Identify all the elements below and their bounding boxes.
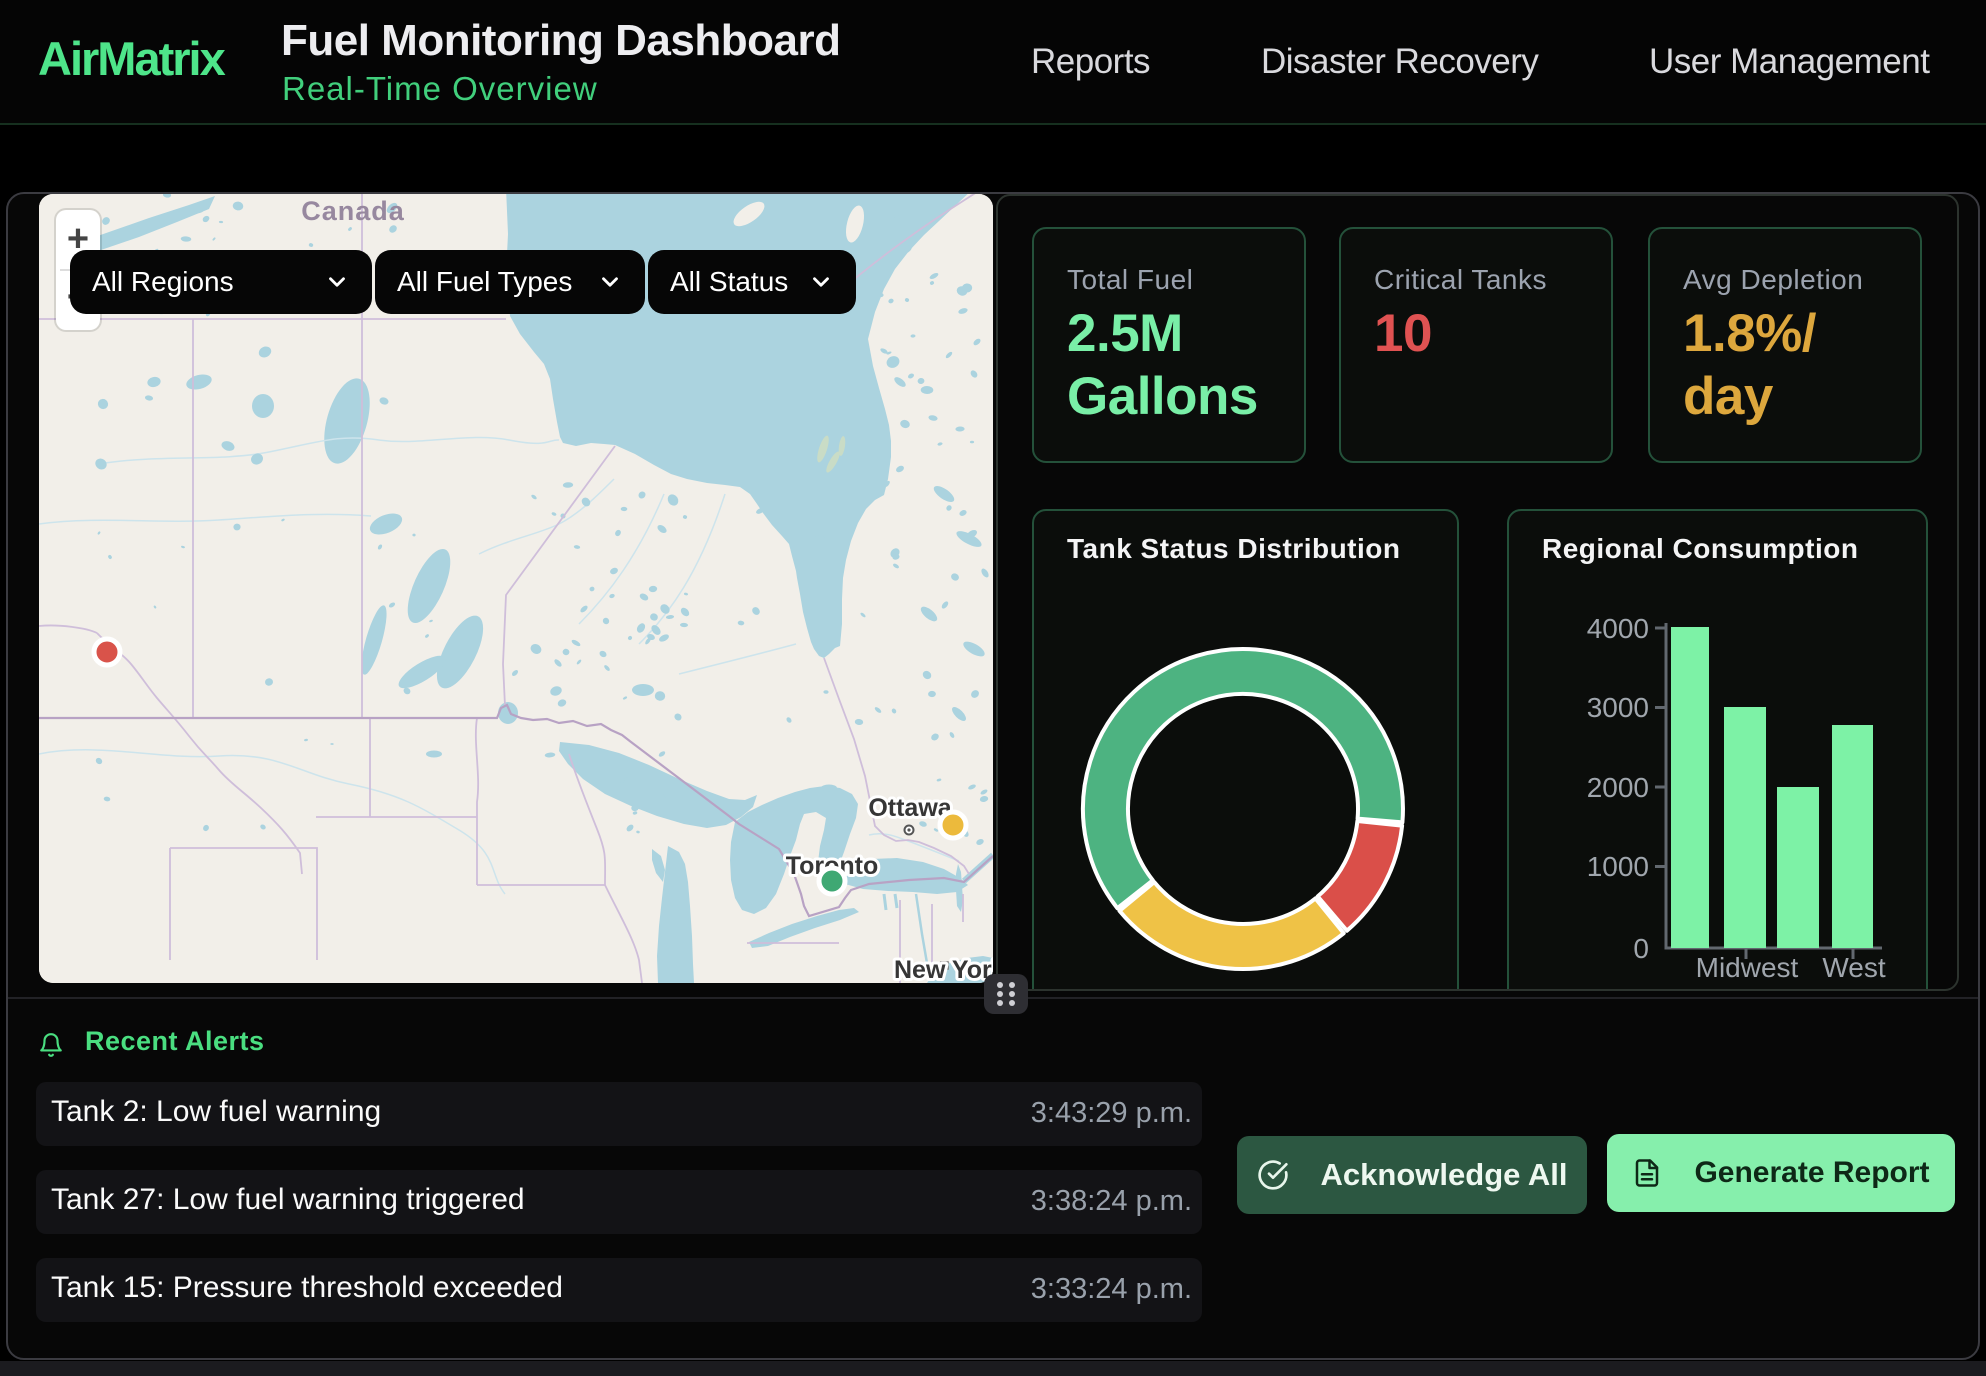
svg-text:1000: 1000 xyxy=(1587,851,1649,882)
svg-text:New York: New York xyxy=(894,956,993,983)
svg-text:West: West xyxy=(1822,952,1885,983)
svg-text:Canada: Canada xyxy=(301,196,405,226)
svg-text:Midwest: Midwest xyxy=(1696,952,1799,983)
svg-text:3000: 3000 xyxy=(1587,692,1649,723)
svg-text:0: 0 xyxy=(1633,933,1649,964)
svg-text:2000: 2000 xyxy=(1587,772,1649,803)
svg-text:4000: 4000 xyxy=(1587,613,1649,644)
